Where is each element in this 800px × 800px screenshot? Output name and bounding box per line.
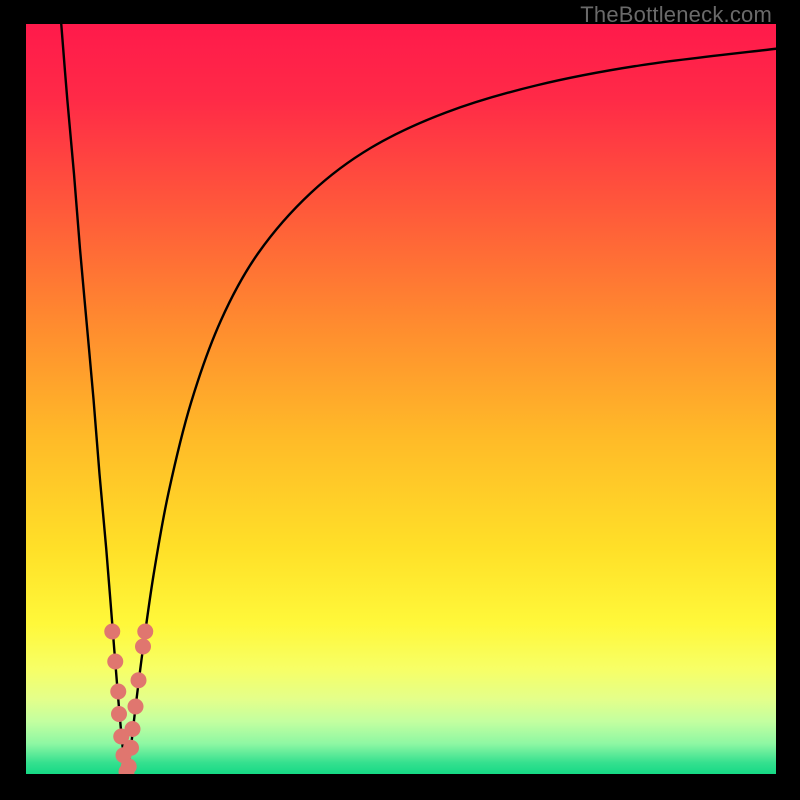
marker-dot bbox=[123, 740, 139, 756]
marker-dot bbox=[125, 721, 141, 737]
marker-dot bbox=[135, 639, 151, 655]
marker-dot bbox=[137, 624, 153, 640]
plot-area bbox=[26, 24, 776, 774]
marker-dot bbox=[104, 624, 120, 640]
marker-dot bbox=[111, 706, 127, 722]
marker-dot bbox=[107, 654, 123, 670]
chart-frame: TheBottleneck.com bbox=[0, 0, 800, 800]
marker-dot bbox=[110, 684, 126, 700]
marker-dot bbox=[121, 759, 137, 775]
curve-path bbox=[61, 24, 776, 773]
marker-dot bbox=[131, 672, 147, 688]
marker-dot bbox=[128, 699, 144, 715]
marker-dots bbox=[104, 624, 153, 775]
bottleneck-curve bbox=[26, 24, 776, 774]
